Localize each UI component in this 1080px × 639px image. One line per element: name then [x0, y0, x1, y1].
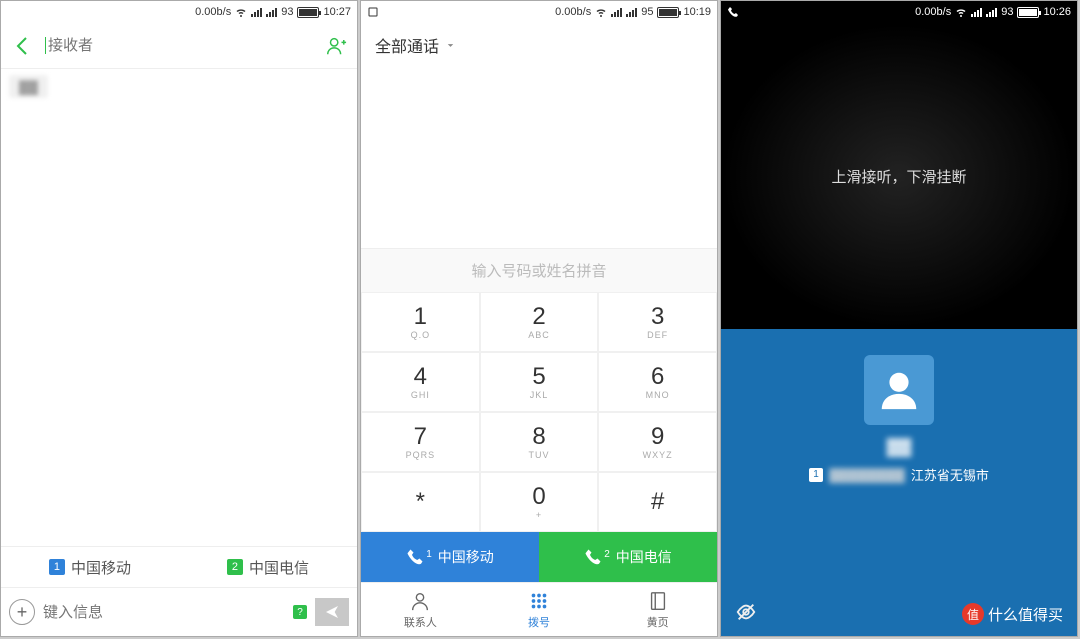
call1-label: 中国移动 [438, 547, 494, 567]
call-sim1-button[interactable]: 1 中国移动 [361, 532, 539, 582]
key-0[interactable]: 0+ [480, 472, 599, 532]
carrier-option-1[interactable]: 1 中国移动 [1, 557, 179, 578]
call-swipe-area[interactable]: 上滑接听，下滑挂断 [721, 23, 1077, 329]
dial-icon [528, 590, 550, 612]
battery-icon [297, 7, 319, 18]
key-3[interactable]: 3DEF [598, 292, 717, 352]
message-body [1, 104, 357, 546]
keypad: 1Q.O 2ABC 3DEF 4GHI 5JKL 6MNO 7PQRS 8TUV… [361, 292, 717, 532]
key-1[interactable]: 1Q.O [361, 292, 480, 352]
sim1-badge-icon: 1 [49, 559, 65, 575]
caller-name: ▓▓ [887, 437, 912, 457]
signal-icon-2 [626, 7, 637, 17]
call-button-row: 1 中国移动 2 中国电信 [361, 532, 717, 582]
net-speed: 0.00b/s [915, 6, 951, 18]
sim2-badge-icon: 2 [227, 559, 243, 575]
wifi-icon [595, 6, 607, 18]
carrier-option-2[interactable]: 2 中国电信 [179, 557, 357, 578]
dialer-screen: 0.00b/s 95 10:19 全部通话 输入号码或姓名拼音 1Q.O 2AB… [360, 0, 718, 637]
bottom-nav: 联系人 拨号 黄页 [361, 582, 717, 636]
key-hash[interactable]: # [598, 472, 717, 532]
signal-icon [611, 7, 622, 17]
carrier1-label: 中国移动 [71, 557, 131, 578]
call-indicator-icon [727, 6, 739, 18]
sim-badge-icon: 1 [809, 468, 823, 482]
chevron-down-icon [445, 40, 456, 51]
clock: 10:19 [683, 6, 711, 18]
net-speed: 0.00b/s [555, 6, 591, 18]
attach-button[interactable]: + [9, 599, 35, 625]
caller-info-row: 1 ▓▓▓▓▓▓▓▓ 江苏省无锡市 [809, 465, 989, 484]
key-star[interactable]: * [361, 472, 480, 532]
recipient-chip[interactable]: ▓▓ [9, 75, 48, 98]
dial-hint: 输入号码或姓名拼音 [361, 248, 717, 292]
nav-dial[interactable]: 拨号 [480, 583, 599, 636]
wifi-icon [955, 6, 967, 18]
wifi-icon [235, 6, 247, 18]
call-sim2-button[interactable]: 2 中国电信 [539, 532, 717, 582]
watermark: 值 什么值得买 [962, 603, 1063, 625]
key-6[interactable]: 6MNO [598, 352, 717, 412]
caller-panel: ▓▓ 1 ▓▓▓▓▓▓▓▓ 江苏省无锡市 值 什么值得买 [721, 329, 1077, 636]
status-bar: 0.00b/s 95 10:19 [361, 1, 717, 23]
book-icon [647, 590, 669, 612]
status-bar: 0.00b/s 93 10:26 [721, 1, 1077, 23]
carrier2-label: 中国电信 [249, 557, 309, 578]
key-9[interactable]: 9WXYZ [598, 412, 717, 472]
battery-percent: 95 [641, 6, 653, 18]
message-input-row: + ? [1, 588, 357, 636]
clock: 10:27 [323, 6, 351, 18]
battery-icon [657, 7, 679, 18]
swipe-hint: 上滑接听，下滑挂断 [831, 166, 966, 187]
carrier-selector: 1 中国移动 2 中国电信 [1, 546, 357, 588]
signal-icon [251, 7, 262, 17]
key-7[interactable]: 7PQRS [361, 412, 480, 472]
battery-icon [1017, 7, 1039, 18]
recipient-chip-row: ▓▓ [1, 69, 357, 104]
signal-icon-2 [986, 7, 997, 17]
key-2[interactable]: 2ABC [480, 292, 599, 352]
battery-percent: 93 [1001, 6, 1013, 18]
incoming-call-screen: 0.00b/s 93 10:26 上滑接听，下滑挂断 ▓▓ 1 ▓▓▓▓▓▓▓▓… [720, 0, 1078, 637]
back-icon[interactable] [11, 34, 35, 58]
key-4[interactable]: 4GHI [361, 352, 480, 412]
signal-icon [971, 7, 982, 17]
send-button[interactable] [315, 598, 349, 626]
net-speed: 0.00b/s [195, 6, 231, 18]
watermark-text: 什么值得买 [988, 604, 1063, 625]
person-icon [876, 367, 922, 413]
contacts-icon [409, 590, 431, 612]
clock: 10:26 [1043, 6, 1071, 18]
recipient-input[interactable] [45, 37, 325, 54]
call-footer: 值 什么值得买 [721, 592, 1077, 636]
nav-yellowpages[interactable]: 黄页 [598, 583, 717, 636]
screenshot-icon [367, 6, 379, 18]
status-bar: 0.00b/s 93 10:27 [1, 1, 357, 23]
call-filter[interactable]: 全部通话 [361, 23, 717, 67]
key-8[interactable]: 8TUV [480, 412, 599, 472]
sim-indicator-icon[interactable]: ? [293, 605, 307, 619]
mute-ringtone-button[interactable] [735, 601, 757, 628]
filter-label: 全部通话 [375, 33, 439, 57]
compose-header [1, 23, 357, 69]
phone-icon [584, 548, 602, 566]
watermark-badge-icon: 值 [962, 603, 984, 625]
caller-avatar [864, 355, 934, 425]
caller-location: 江苏省无锡市 [911, 465, 989, 484]
call-log-empty [361, 67, 717, 248]
nav-contacts[interactable]: 联系人 [361, 583, 480, 636]
key-5[interactable]: 5JKL [480, 352, 599, 412]
caller-number: ▓▓▓▓▓▓▓▓ [829, 467, 905, 482]
phone-icon [406, 548, 424, 566]
call2-label: 中国电信 [616, 547, 672, 567]
messaging-compose-screen: 0.00b/s 93 10:27 ▓▓ 1 中国移动 2 中国电信 + ? [0, 0, 358, 637]
signal-icon-2 [266, 7, 277, 17]
battery-percent: 93 [281, 6, 293, 18]
add-contact-icon[interactable] [325, 35, 347, 57]
message-input[interactable] [43, 604, 285, 621]
